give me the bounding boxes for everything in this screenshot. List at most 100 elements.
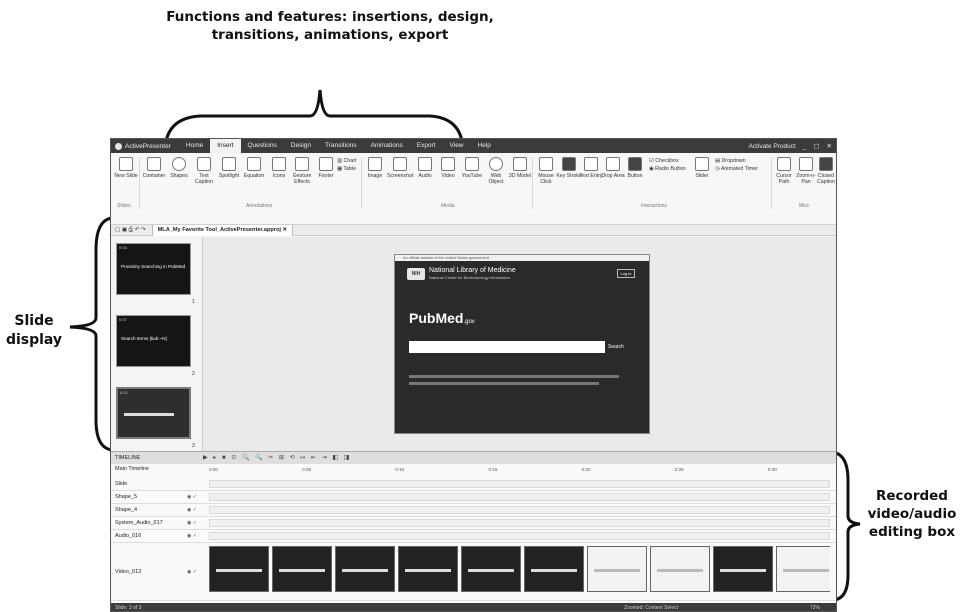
shapes-button[interactable]: Shapes <box>166 157 192 179</box>
document-tabs-bar: ▢ ▣ ⎙ ↶ ↷ MLA_My Favorite Tool_ActivePre… <box>111 224 836 236</box>
timeline-toolbar[interactable]: ▶ ▸ ■ ⊙ 🔍 🔍 ✂ ⊞ ⟲ ↦ ⇤ ⇥ ◧ ◨ <box>203 452 351 464</box>
checkbox-button[interactable]: ☑ Checkbox <box>649 157 686 165</box>
group-slides: Slides <box>117 203 131 209</box>
tab-home[interactable]: Home <box>179 139 210 153</box>
3d-model-icon <box>513 157 527 171</box>
tab-design[interactable]: Design <box>284 139 318 153</box>
screenshot-icon <box>393 157 407 171</box>
new-slide-icon <box>119 157 133 171</box>
app-window: ActivePresenter Home Insert Questions De… <box>110 138 837 612</box>
status-bar: Slide: 3 of 3 Zoomed: Content Select 72% <box>111 603 836 611</box>
screenshot-button[interactable]: Screenshot <box>387 157 413 179</box>
zoom-n-pan-button[interactable]: Zoom-n-Pan <box>795 157 817 185</box>
table-button[interactable]: ▦ Table <box>337 165 356 173</box>
slide-thumbnail-2[interactable]: 0:07 Search terms [tiab:~N] <box>116 315 191 367</box>
video-icon <box>441 157 455 171</box>
tab-animations[interactable]: Animations <box>364 139 410 153</box>
radio-button-button[interactable]: ◉ Radio Button <box>649 165 686 173</box>
slide-thumbnail-3[interactable]: 0:12 <box>116 387 191 439</box>
spotlight-button[interactable]: Spotlight <box>216 157 242 179</box>
closed-caption-button[interactable]: Closed Caption <box>815 157 836 185</box>
dropdown-timer-options: ▤ Dropdown ◷ Animated Timer <box>715 157 758 173</box>
activate-product-link[interactable]: Activate Product <box>748 143 795 150</box>
key-stroke-icon <box>562 157 576 171</box>
slide-canvas[interactable]: An official website of the United States… <box>394 254 650 434</box>
slide-number-3: 3 <box>192 443 195 449</box>
slider-button[interactable]: Slider <box>689 157 715 179</box>
web-object-icon <box>489 157 503 171</box>
checkbox-radio-options: ☑ Checkbox ◉ Radio Button <box>649 157 686 173</box>
tab-help[interactable]: Help <box>471 139 498 153</box>
close-icon[interactable]: ✕ <box>827 142 832 150</box>
text-caption-button[interactable]: Text Caption <box>191 157 217 185</box>
slide-thumbnail-1[interactable]: 0:03 Proximity Searching in PubMed <box>116 243 191 295</box>
new-slide-button[interactable]: New Slide <box>113 157 139 179</box>
status-info: Zoomed: Content Select <box>624 605 678 611</box>
icons-icon <box>272 157 286 171</box>
search-button[interactable]: Search <box>608 341 624 353</box>
timeline-ruler[interactable]: 0:00 0:05 0:10 0:15 0:20 0:25 0:30 <box>209 464 830 476</box>
slide-panel: 0:03 Proximity Searching in PubMed 1 0:0… <box>111 237 203 451</box>
3d-model-button[interactable]: 3D Model <box>507 157 533 179</box>
youtube-icon <box>465 157 479 171</box>
button-button[interactable]: Button <box>622 157 648 179</box>
container-icon <box>147 157 161 171</box>
minimize-icon[interactable]: _ <box>803 143 807 150</box>
search-input[interactable] <box>409 341 605 353</box>
group-misc: Misc <box>799 203 810 209</box>
nih-logo: NIH <box>407 268 425 280</box>
timeline-row-shape4[interactable]: Shape_4 ◉ ✓ <box>111 504 836 517</box>
work-area: 0:03 Proximity Searching in PubMed 1 0:0… <box>111 237 836 451</box>
image-button[interactable]: Image <box>362 157 388 179</box>
video-track[interactable] <box>209 543 830 599</box>
container-button[interactable]: Container <box>141 157 167 179</box>
audio-icon <box>418 157 432 171</box>
cursor-path-button[interactable]: Cursor Path <box>773 157 795 185</box>
equation-button[interactable]: Equation <box>241 157 267 179</box>
quick-access-icons[interactable]: ▢ ▣ ⎙ ↶ ↷ <box>115 227 146 234</box>
group-media: Media <box>441 203 455 209</box>
zoom-level[interactable]: 72% <box>810 603 820 611</box>
web-object-button[interactable]: Web Object <box>483 157 509 185</box>
timeline-row-video[interactable]: Video_013 ◉ ✓ <box>111 543 836 601</box>
app-name: ActivePresenter <box>115 142 171 150</box>
timeline-row-system-audio[interactable]: System_Audio_017 ◉ ✓ <box>111 517 836 530</box>
shapes-icon <box>172 157 186 171</box>
drop-area-icon <box>606 157 620 171</box>
slide-number-2: 2 <box>192 371 195 377</box>
timeline-header: TIMELINE ▶ ▸ ■ ⊙ 🔍 🔍 ✂ ⊞ ⟲ ↦ ⇤ ⇥ ◧ ◨ <box>111 452 836 464</box>
footer-icon <box>319 157 333 171</box>
timeline-row-shape5[interactable]: Shape_5 ◉ ✓ <box>111 491 836 504</box>
footer-button[interactable]: Footer <box>313 157 339 179</box>
main-timeline-select[interactable]: Main Timeline <box>115 466 149 472</box>
login-button[interactable]: Log in <box>617 269 635 278</box>
timeline-row-slide[interactable]: Slide <box>111 478 836 491</box>
tab-export[interactable]: Export <box>410 139 443 153</box>
nlm-header: NIH National Library of Medicine Nationa… <box>407 267 516 281</box>
tab-transitions[interactable]: Transitions <box>318 139 364 153</box>
tab-questions[interactable]: Questions <box>241 139 284 153</box>
chart-button[interactable]: ▥ Chart <box>337 157 356 165</box>
mouse-click-icon <box>539 157 553 171</box>
annotation-left: Slide display <box>5 313 63 348</box>
tab-insert[interactable]: Insert <box>210 139 241 153</box>
pubmed-logo: PubMed.gov <box>409 310 475 326</box>
closed-caption-icon <box>819 157 833 171</box>
spotlight-icon <box>222 157 236 171</box>
document-tab[interactable]: MLA_My Favorite Tool_ActivePresenter.app… <box>151 224 294 236</box>
animated-timer-button[interactable]: ◷ Animated Timer <box>715 165 758 173</box>
dropdown-button[interactable]: ▤ Dropdown <box>715 157 758 165</box>
maximize-icon[interactable]: ▢ <box>813 142 819 150</box>
text-caption-icon <box>197 157 211 171</box>
timeline-row-audio[interactable]: Audio_016 ◉ ✓ <box>111 530 836 543</box>
youtube-button[interactable]: YouTube <box>459 157 485 179</box>
slide-counter: Slide: 3 of 3 <box>115 605 142 611</box>
button-icon <box>628 157 642 171</box>
nlm-title: National Library of Medicine <box>429 267 516 274</box>
window-controls: Activate Product _ ▢ ✕ <box>748 139 832 153</box>
tab-view[interactable]: View <box>443 139 471 153</box>
gesture-effects-icon <box>295 157 309 171</box>
gesture-effects-button[interactable]: Gesture Effects <box>289 157 315 185</box>
video-button[interactable]: Video <box>435 157 461 179</box>
slide-number-1: 1 <box>192 299 195 305</box>
